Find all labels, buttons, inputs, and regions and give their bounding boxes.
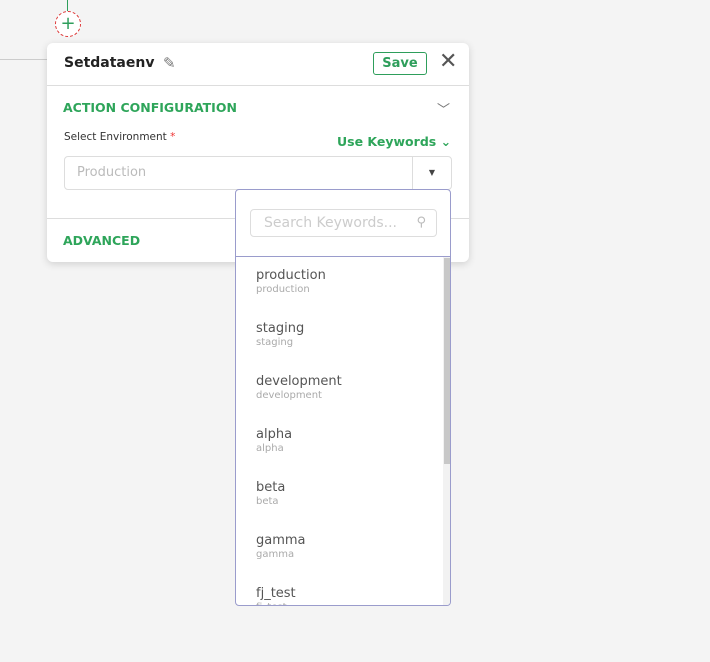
use-keywords-label: Use Keywords bbox=[337, 134, 437, 149]
item-sublabel: development bbox=[256, 390, 322, 401]
list-item[interactable]: gamma gamma bbox=[236, 522, 450, 575]
item-label: staging bbox=[256, 321, 305, 336]
list-item[interactable]: staging staging bbox=[236, 310, 450, 363]
list-item[interactable]: alpha alpha bbox=[236, 416, 450, 469]
keyword-list: production production staging staging deve… bbox=[236, 256, 450, 605]
list-item[interactable]: fj_testfj_test bbox=[236, 575, 450, 605]
search-icon: ⚲ bbox=[416, 215, 426, 230]
action-configuration-header[interactable]: ACTION CONFIGURATION bbox=[63, 100, 237, 115]
panel-title: Setdataenv bbox=[64, 55, 155, 71]
item-label: beta bbox=[256, 480, 286, 495]
item-label: production bbox=[256, 268, 326, 283]
keywords-dropdown: Search Keywords... ⚲ production production… bbox=[235, 189, 451, 606]
divider bbox=[47, 85, 469, 86]
use-keywords-toggle[interactable]: Use Keywords ⌄ bbox=[337, 134, 451, 149]
list-item[interactable]: development development bbox=[236, 363, 450, 416]
item-label: alpha bbox=[256, 427, 293, 442]
item-sublabel: gamma bbox=[256, 549, 295, 560]
add-step-button[interactable]: + bbox=[55, 11, 81, 37]
search-placeholder: Search Keywords... bbox=[264, 215, 397, 231]
item-label: gamma bbox=[256, 533, 306, 548]
dropdown-caret-button[interactable]: ▼ bbox=[412, 156, 452, 190]
item-sublabel: alpha bbox=[256, 443, 284, 454]
item-label: fj_test bbox=[256, 586, 296, 601]
search-keywords-input[interactable]: Search Keywords... ⚲ bbox=[250, 209, 437, 237]
save-button[interactable]: Save bbox=[373, 52, 427, 75]
chevron-down-icon: ⌄ bbox=[440, 134, 452, 149]
environment-input[interactable]: Production bbox=[64, 156, 413, 190]
required-mark: * bbox=[170, 131, 176, 143]
field-label: Select Environment * bbox=[64, 131, 175, 143]
scrollbar[interactable] bbox=[443, 257, 450, 605]
field-label-text: Select Environment bbox=[64, 131, 167, 143]
plus-icon: + bbox=[60, 13, 76, 34]
list-item[interactable]: beta beta bbox=[236, 469, 450, 522]
item-sublabel: production bbox=[256, 284, 310, 295]
list-item[interactable]: production production bbox=[236, 257, 450, 310]
item-sublabel: fj_test bbox=[256, 602, 450, 605]
connector-line bbox=[0, 59, 47, 60]
scrollbar-thumb[interactable] bbox=[444, 258, 450, 464]
item-sublabel: beta bbox=[256, 496, 279, 507]
chevron-down-icon[interactable]: ﹀ bbox=[437, 99, 450, 118]
close-icon[interactable]: ✕ bbox=[439, 49, 457, 74]
item-sublabel: staging bbox=[256, 337, 294, 348]
item-label: development bbox=[256, 374, 342, 389]
edit-pencil-icon[interactable]: ✎ bbox=[163, 54, 176, 72]
advanced-header[interactable]: ADVANCED bbox=[63, 233, 140, 248]
